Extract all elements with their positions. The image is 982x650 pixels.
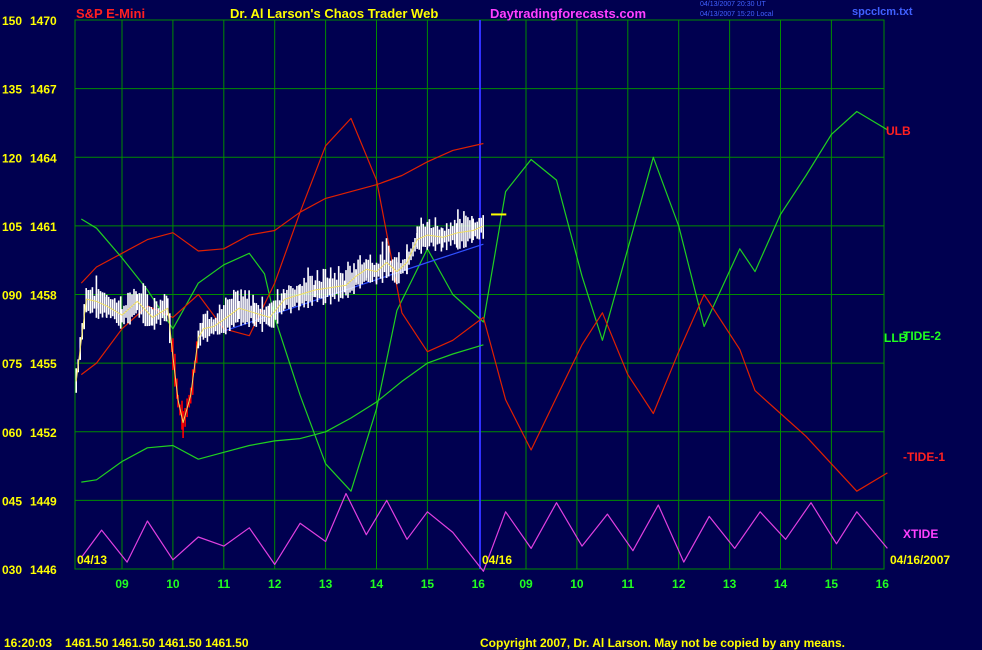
y-right-tick-label: 1449 bbox=[30, 494, 57, 508]
y-right-tick-label: 1461 bbox=[30, 220, 57, 234]
y-right-tick-label: 1455 bbox=[30, 357, 57, 371]
timestamp-local: 04/13/2007 15:20 Local bbox=[700, 11, 774, 18]
price-quotes: 1461.50 1461.50 1461.50 1461.50 bbox=[65, 636, 249, 650]
data-filename: spcclcm.txt bbox=[852, 6, 913, 18]
x-tick-label-day2: 11 bbox=[621, 577, 634, 591]
y-right-tick-label: 1452 bbox=[30, 426, 57, 440]
y-right-tick-label: 1464 bbox=[30, 151, 57, 165]
website-link[interactable]: Daytradingforecasts.com bbox=[490, 6, 646, 21]
x-tick-label-day1: 09 bbox=[115, 577, 129, 591]
x-tick-label-day2: 13 bbox=[723, 577, 737, 591]
y-right-tick-label: 1467 bbox=[30, 83, 57, 97]
x-tick-label-day1: 14 bbox=[370, 577, 384, 591]
x-tick-label-day2: 10 bbox=[570, 577, 584, 591]
y-right-tick-label: 1458 bbox=[30, 289, 57, 303]
chart-title: Dr. Al Larson's Chaos Trader Web bbox=[230, 6, 439, 21]
x-tick-label-day1: 15 bbox=[421, 577, 435, 591]
x-tick-label-day2: 15 bbox=[825, 577, 839, 591]
x-tick-label-day2: 16 bbox=[876, 577, 890, 591]
y-right-tick-label: 1470 bbox=[30, 14, 57, 28]
y-left-tick-label: 120 bbox=[2, 151, 22, 165]
y-left-tick-label: 135 bbox=[2, 83, 22, 97]
copyright-notice: Copyright 2007, Dr. Al Larson. May not b… bbox=[480, 636, 845, 650]
x-tick-label-day1: 10 bbox=[166, 577, 180, 591]
y-left-tick-label: 060 bbox=[2, 426, 22, 440]
x-tick-label-day1: 12 bbox=[268, 577, 282, 591]
timestamp-ut: 04/13/2007 20:30 UT bbox=[700, 1, 766, 8]
y-left-tick-label: 150 bbox=[2, 14, 22, 28]
x-tick-label-day1: 11 bbox=[217, 577, 230, 591]
x-tick-label-day2: 09 bbox=[519, 577, 533, 591]
x-tick-label-day2: 12 bbox=[672, 577, 686, 591]
y-left-tick-label: 090 bbox=[2, 289, 22, 303]
y-right-tick-label: 1446 bbox=[30, 563, 57, 577]
date-label-right: 04/16/2007 bbox=[890, 553, 951, 567]
clock-readout: 16:20:03 bbox=[4, 636, 53, 650]
x-tick-label-day2: 14 bbox=[774, 577, 788, 591]
date-label-left: 04/13 bbox=[77, 553, 108, 567]
x-tick-label-day1: 13 bbox=[319, 577, 333, 591]
date-label-mid: 04/16 bbox=[482, 553, 513, 567]
x-tick-label-day1: 16 bbox=[472, 577, 486, 591]
y-left-tick-label: 105 bbox=[2, 220, 22, 234]
legend-xtide: XTIDE bbox=[903, 527, 939, 541]
y-left-tick-label: 075 bbox=[2, 357, 22, 371]
legend-tide-2: TIDE-2 bbox=[903, 329, 942, 343]
y-left-tick-label: 045 bbox=[2, 494, 22, 508]
y-left-tick-label: 030 bbox=[2, 563, 22, 577]
legend-tide-1: -TIDE-1 bbox=[903, 450, 945, 464]
legend-ulb: ULB bbox=[886, 124, 911, 138]
instrument-title: S&P E-Mini bbox=[76, 6, 146, 21]
